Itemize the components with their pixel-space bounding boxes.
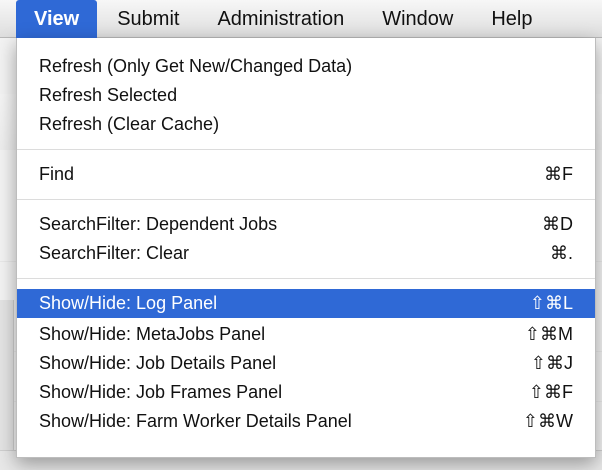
menu-item-shortcut: ⇧⌘J	[530, 353, 573, 373]
menu-help[interactable]: Help	[473, 0, 550, 38]
app-window: View Submit Administration Window Help R…	[0, 0, 602, 470]
menu-item-find[interactable]: Find ⌘F	[17, 160, 595, 189]
menu-item-toggle-metajobs-panel[interactable]: Show/Hide: MetaJobs Panel ⇧⌘M	[17, 320, 595, 349]
menu-item-label: Refresh Selected	[39, 85, 178, 105]
menu-administration[interactable]: Administration	[199, 0, 362, 38]
menu-item-refresh-selected[interactable]: Refresh Selected	[17, 81, 595, 110]
menu-item-label: Refresh (Only Get New/Changed Data)	[39, 56, 353, 76]
menu-item-shortcut: ⇧⌘L	[529, 293, 573, 313]
menu-item-shortcut: ⇧⌘M	[524, 324, 573, 344]
menu-item-label: Find	[39, 164, 75, 184]
menu-view[interactable]: View	[16, 0, 98, 38]
menu-bar: View Submit Administration Window Help	[0, 0, 602, 38]
menu-item-toggle-job-details-panel[interactable]: Show/Hide: Job Details Panel ⇧⌘J	[17, 349, 595, 378]
menu-window[interactable]: Window	[364, 0, 471, 38]
menu-separator	[17, 199, 595, 200]
menu-separator	[17, 149, 595, 150]
background-side-panel	[0, 300, 14, 460]
menu-submit[interactable]: Submit	[99, 0, 197, 38]
menu-item-toggle-log-panel[interactable]: Show/Hide: Log Panel ⇧⌘L	[17, 289, 595, 318]
menu-item-label: Show/Hide: Farm Worker Details Panel	[39, 411, 352, 431]
menu-item-shortcut: ⇧⌘W	[522, 411, 573, 431]
menu-item-searchfilter-clear[interactable]: SearchFilter: Clear ⌘.	[17, 239, 595, 268]
menu-item-searchfilter-dependent-jobs[interactable]: SearchFilter: Dependent Jobs ⌘D	[17, 210, 595, 239]
menu-item-label: Show/Hide: Log Panel	[39, 293, 218, 313]
menu-item-label: Refresh (Clear Cache)	[39, 114, 220, 134]
menu-item-toggle-job-frames-panel[interactable]: Show/Hide: Job Frames Panel ⇧⌘F	[17, 378, 595, 407]
menu-item-refresh-clear-cache[interactable]: Refresh (Clear Cache)	[17, 110, 595, 139]
menu-item-refresh-new-changed[interactable]: Refresh (Only Get New/Changed Data)	[17, 52, 595, 81]
menu-item-label: SearchFilter: Clear	[39, 243, 190, 263]
menu-separator	[17, 278, 595, 279]
menu-item-label: Show/Hide: Job Details Panel	[39, 353, 277, 373]
menu-item-shortcut: ⇧⌘F	[528, 382, 573, 402]
menu-item-shortcut: ⌘.	[549, 243, 573, 263]
menu-item-toggle-farm-worker-details-panel[interactable]: Show/Hide: Farm Worker Details Panel ⇧⌘W	[17, 407, 595, 436]
menu-item-label: Show/Hide: Job Frames Panel	[39, 382, 283, 402]
menu-item-label: SearchFilter: Dependent Jobs	[39, 214, 278, 234]
menu-item-shortcut: ⌘F	[544, 164, 573, 184]
view-menu-dropdown: Refresh (Only Get New/Changed Data) Refr…	[16, 38, 596, 458]
menu-item-label: Show/Hide: MetaJobs Panel	[39, 324, 266, 344]
menu-item-shortcut: ⌘D	[542, 214, 573, 234]
